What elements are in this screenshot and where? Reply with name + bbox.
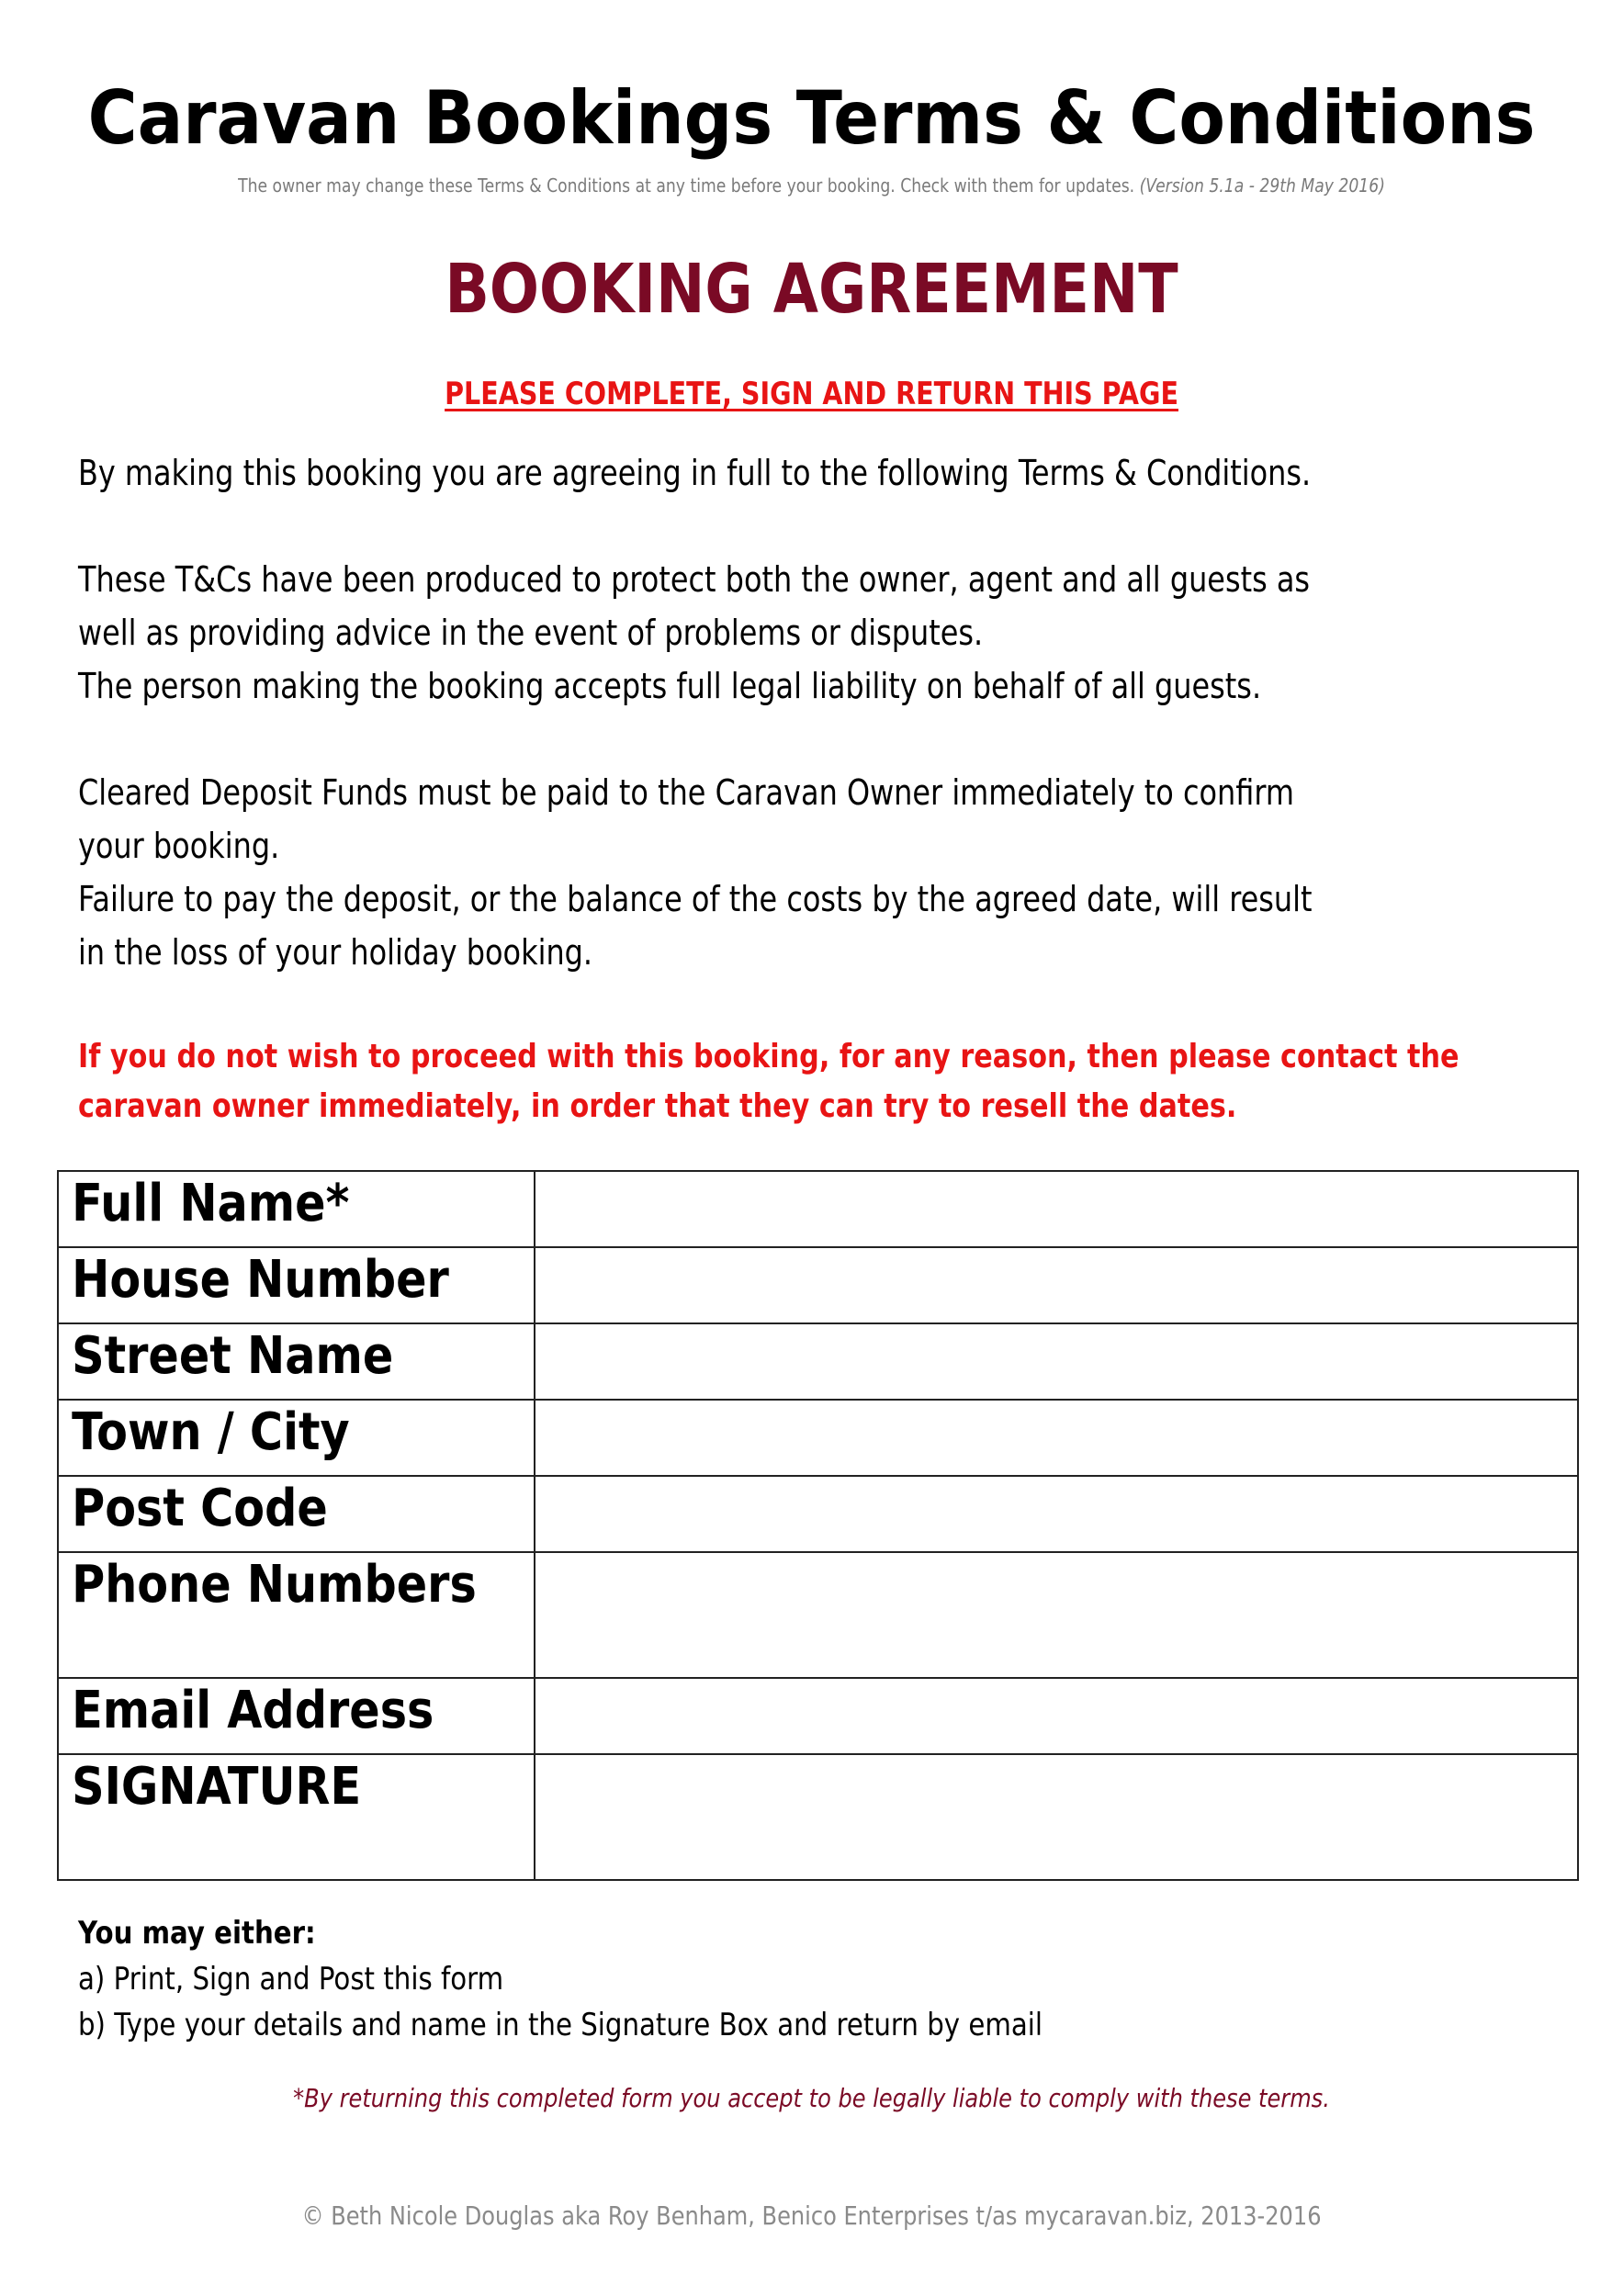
signature-label: SIGNATURE bbox=[72, 1757, 362, 1817]
field-value-cell bbox=[533, 1246, 1580, 1324]
form-row-house-number: House Number bbox=[57, 1246, 1580, 1324]
paragraph-line: well as providing advice in the event of… bbox=[78, 613, 984, 653]
paragraph-line: The person making the booking accepts fu… bbox=[78, 666, 1262, 706]
cancellation-warning: If you do not wish to proceed with this … bbox=[78, 1032, 1460, 1131]
warning-line: If you do not wish to proceed with this … bbox=[78, 1038, 1460, 1075]
field-label-cell: Town / City bbox=[57, 1399, 535, 1477]
paragraph-line: your booking. bbox=[78, 826, 280, 866]
return-option-post: a) Print, Sign and Post this form bbox=[78, 1961, 504, 1998]
document-subtitle: The owner may change these Terms & Condi… bbox=[114, 174, 1510, 197]
form-row-post-code: Post Code bbox=[57, 1475, 1580, 1553]
form-row-town-city: Town / City bbox=[57, 1399, 1580, 1477]
paragraph-line: These T&Cs have been produced to protect… bbox=[78, 559, 1311, 600]
subtitle-text: The owner may change these Terms & Condi… bbox=[238, 174, 1135, 197]
email-address-label: Email Address bbox=[72, 1681, 434, 1740]
return-options: You may either: a) Print, Sign and Post … bbox=[78, 1910, 1043, 2048]
post-code-input[interactable] bbox=[535, 1477, 1577, 1551]
form-row-street-name: Street Name bbox=[57, 1322, 1580, 1401]
town-city-label: Town / City bbox=[72, 1402, 350, 1462]
field-value-cell bbox=[533, 1475, 1580, 1553]
phone-numbers-label: Phone Numbers bbox=[72, 1555, 477, 1615]
booking-form-table: Full Name* House Number Street Name Town… bbox=[57, 1170, 1580, 1881]
field-label-cell: Email Address bbox=[57, 1677, 535, 1755]
version-label: (Version 5.1a - 29th May 2016) bbox=[1139, 174, 1385, 197]
house-number-input[interactable] bbox=[535, 1248, 1577, 1322]
warning-line: caravan owner immediately, in order that… bbox=[78, 1087, 1237, 1125]
paragraph-line: By making this booking you are agreeing … bbox=[78, 453, 1312, 493]
protection-paragraph: These T&Cs have been produced to protect… bbox=[78, 553, 1344, 713]
field-value-cell bbox=[533, 1170, 1580, 1248]
field-label-cell: Phone Numbers bbox=[57, 1551, 535, 1679]
return-options-lead: You may either: bbox=[78, 1915, 316, 1952]
phone-numbers-input[interactable] bbox=[535, 1553, 1577, 1673]
instruction-banner: PLEASE COMPLETE, SIGN AND RETURN THIS PA… bbox=[0, 376, 1623, 412]
post-code-label: Post Code bbox=[72, 1479, 328, 1538]
paragraph-line: Failure to pay the deposit, or the balan… bbox=[78, 879, 1313, 919]
email-address-input[interactable] bbox=[535, 1679, 1577, 1753]
field-value-cell bbox=[533, 1753, 1580, 1881]
return-option-email: b) Type your details and name in the Sig… bbox=[78, 2007, 1043, 2043]
full-name-label: Full Name* bbox=[72, 1174, 350, 1233]
street-name-input[interactable] bbox=[535, 1324, 1577, 1399]
town-city-input[interactable] bbox=[535, 1401, 1577, 1475]
field-label-cell: Street Name bbox=[57, 1322, 535, 1401]
field-value-cell bbox=[533, 1677, 1580, 1755]
form-row-phone-numbers: Phone Numbers bbox=[57, 1551, 1580, 1679]
form-row-email-address: Email Address bbox=[57, 1677, 1580, 1755]
field-value-cell bbox=[533, 1551, 1580, 1679]
form-row-full-name: Full Name* bbox=[57, 1170, 1580, 1248]
paragraph-line: in the loss of your holiday booking. bbox=[78, 932, 593, 973]
instruction-text: PLEASE COMPLETE, SIGN AND RETURN THIS PA… bbox=[445, 376, 1178, 412]
booking-agreement-heading: BOOKING AGREEMENT bbox=[445, 250, 1178, 329]
signature-input[interactable] bbox=[535, 1755, 1577, 1875]
field-label-cell: Post Code bbox=[57, 1475, 535, 1553]
field-label-cell: Full Name* bbox=[57, 1170, 535, 1248]
deposit-paragraph: Cleared Deposit Funds must be paid to th… bbox=[78, 766, 1344, 979]
form-row-signature: SIGNATURE bbox=[57, 1753, 1580, 1881]
field-value-cell bbox=[533, 1399, 1580, 1477]
street-name-label: Street Name bbox=[72, 1326, 394, 1386]
liability-note: *By returning this completed form you ac… bbox=[293, 2083, 1330, 2113]
field-label-cell: SIGNATURE bbox=[57, 1753, 535, 1881]
copyright-footer: © Beth Nicole Douglas aka Roy Benham, Be… bbox=[301, 2200, 1322, 2231]
house-number-label: House Number bbox=[72, 1250, 449, 1310]
document-title: Caravan Bookings Terms & Conditions bbox=[87, 75, 1536, 161]
field-value-cell bbox=[533, 1322, 1580, 1401]
agreement-paragraph: By making this booking you are agreeing … bbox=[78, 446, 1344, 500]
paragraph-line: Cleared Deposit Funds must be paid to th… bbox=[78, 772, 1295, 813]
field-label-cell: House Number bbox=[57, 1246, 535, 1324]
full-name-input[interactable] bbox=[535, 1172, 1577, 1246]
